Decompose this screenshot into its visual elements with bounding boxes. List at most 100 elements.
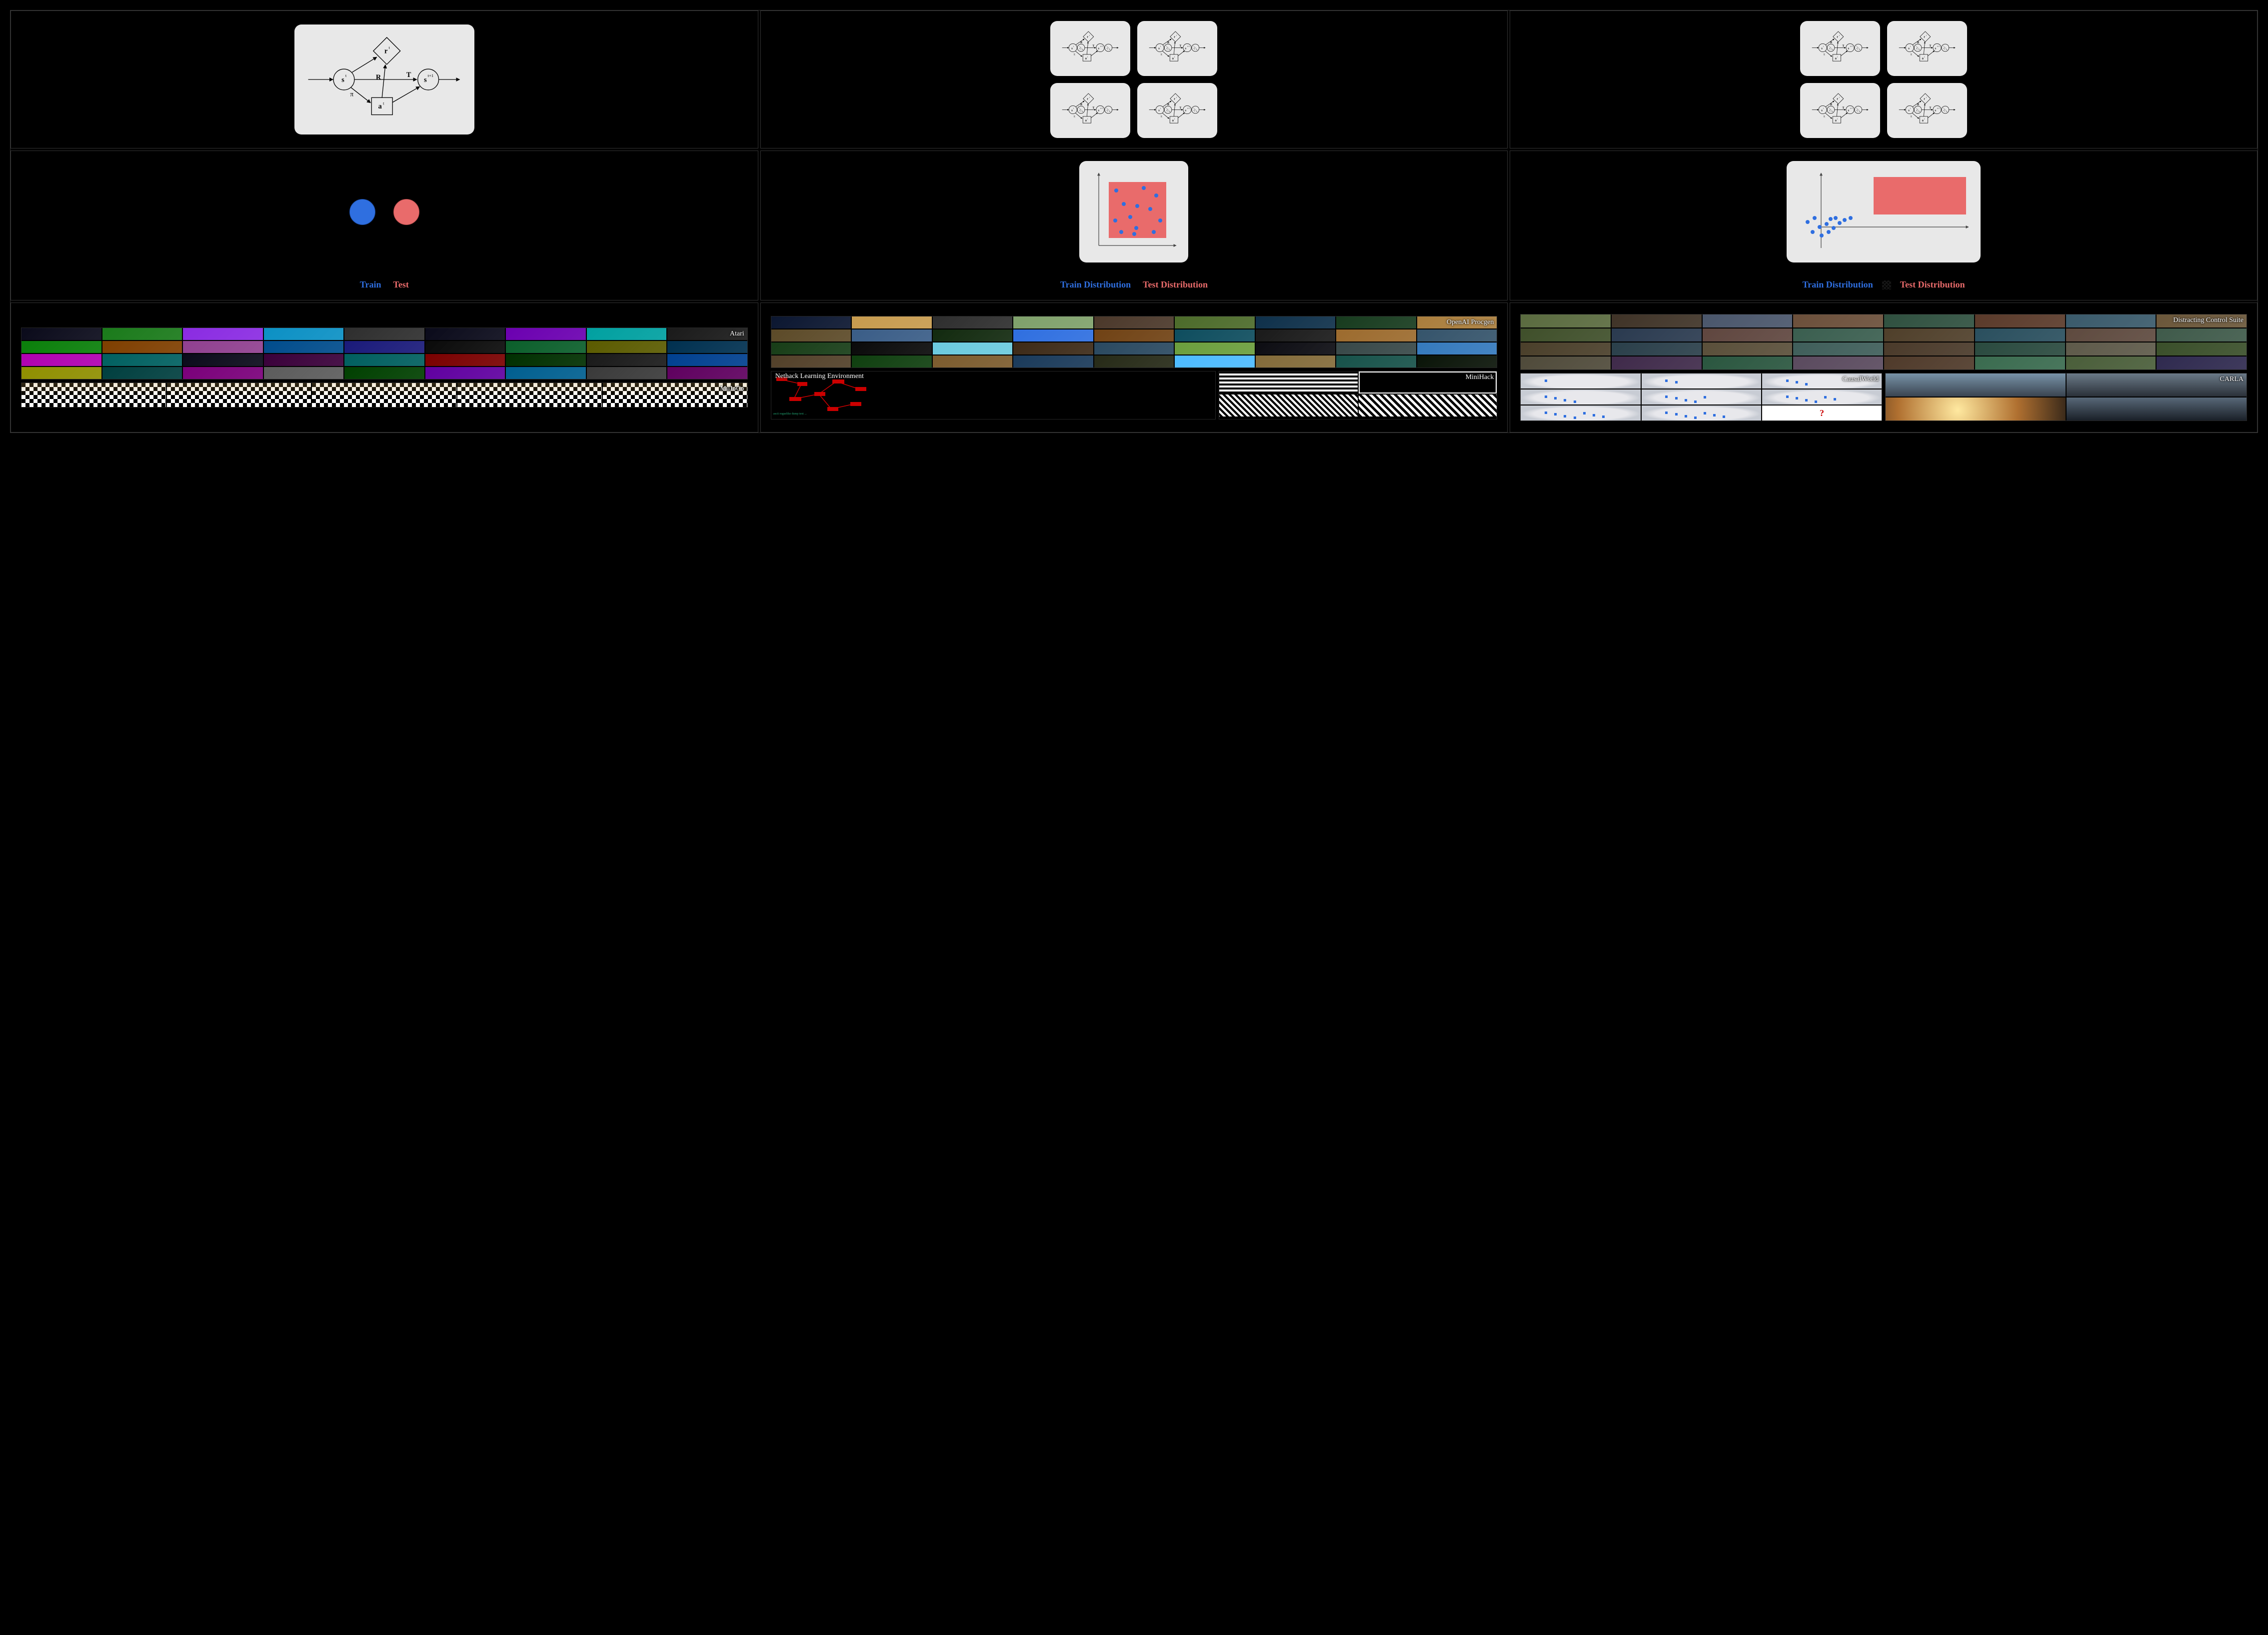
env-tile [933,342,1013,354]
env-tile [587,367,667,379]
label-train-dist2: Train Distribution [1803,280,1873,290]
svg-text:t: t [1160,46,1161,48]
svg-text:r: r [1174,98,1176,101]
nethack-graph: ascii roguelike dump text ... [771,372,1215,416]
svg-text:π: π [1161,53,1162,56]
env-tile [1013,316,1093,328]
svg-text:t: t [1073,46,1074,48]
env-tile [21,354,101,366]
svg-text:R: R [1168,42,1170,44]
env-tile [1256,342,1336,354]
env-tile [1094,316,1174,328]
env-tile [1521,314,1611,328]
env-tile [1175,330,1255,342]
cell-r3c2: OpenAI Procgen [760,302,1508,432]
env-tile [2066,356,2156,370]
svg-text:s: s [341,76,344,84]
svg-text:r: r [384,48,388,56]
cell-r3c1: Atari MuJoCo [10,302,758,432]
env-tile [1703,328,1793,342]
env-tile [425,328,505,340]
env-tile [21,328,101,340]
env-tile [102,328,182,340]
env-tile [1612,342,1702,356]
svg-text:R: R [1917,42,1920,44]
env-tile [506,328,586,340]
env-tile [933,330,1013,342]
env-tile [2066,328,2156,342]
svg-text:c: c [1830,47,1831,50]
svg-text:s: s [1098,46,1100,50]
svg-text:t: t [1837,118,1838,120]
env-tile [425,341,505,353]
env-tile [167,383,311,407]
svg-text:c: c [1917,109,1918,112]
env-tile [1521,342,1611,356]
cell-r1c2: st cs π at rt R T st+1 cr st cs π at rt … [760,10,1508,148]
svg-text:π: π [1161,115,1162,118]
svg-text:t: t [345,73,347,78]
env-tile [771,330,851,342]
env-tile [1256,330,1336,342]
svg-text:a: a [1172,118,1174,122]
cluster-mujoco: MuJoCo [21,382,748,408]
cell-r3c3: Distracting Control Suite ? CausalWorld … [1510,302,2258,432]
env-tile [506,341,586,353]
train-circle-icon [349,199,375,225]
env-tile [506,367,586,379]
cmdp-card: st cs π at rt R T st+1 cr [1887,83,1967,138]
svg-text:t: t [1176,34,1177,36]
env-tile [1521,390,1640,404]
cell-r2c2: Train Distribution Test Distribution [760,150,1508,300]
env-tile [587,328,667,340]
env-tile [1762,390,1882,404]
svg-text:c: c [1917,47,1918,50]
env-tile [1884,356,1974,370]
cluster-causalworld: ? CausalWorld [1520,373,1882,421]
env-tile [1793,314,1883,328]
env-tile [771,316,851,328]
cluster-dcs: Distracting Control Suite [1520,314,2247,370]
env-tile [2066,342,2156,356]
ood-plot [1794,168,1974,253]
svg-text:t+1: t+1 [1187,108,1190,110]
svg-text:π: π [1824,53,1825,56]
env-tile [183,354,263,366]
env-tile [933,316,1013,328]
cmdp-card: st cs π at rt R T st+1 cr [1137,83,1217,138]
svg-text:t: t [1910,46,1911,48]
svg-text:T: T [1180,106,1182,110]
env-tile [264,367,344,379]
mdp-diagram: s t π a t r t R [303,34,465,126]
env-tile [933,356,1013,368]
svg-text:a: a [1835,118,1837,122]
svg-text:s: s [1185,46,1187,50]
env-tile [344,341,424,353]
env-tile [344,367,424,379]
env-tile [1013,330,1093,342]
env-tile [667,354,747,366]
env-tile [1336,330,1416,342]
env-tile [1703,356,1793,370]
env-tile [183,341,263,353]
svg-text:c: c [1830,109,1831,112]
env-tile [457,383,602,407]
svg-text:R: R [376,74,381,82]
svg-text:c: c [1194,47,1196,50]
env-tile [1612,328,1702,342]
cmdp-grid-b: st cs π at rt R T st+1 cr st cs π at rt … [1800,21,1967,138]
env-tile [2157,314,2247,328]
env-tile [1336,342,1416,354]
cluster-atari: Atari [21,328,748,380]
not-equal-icon [1882,280,1891,290]
svg-text:t: t [1089,96,1090,98]
env-tile [344,354,424,366]
env-tile [1975,356,2065,370]
svg-text:t+1: t+1 [1937,46,1940,48]
env-tile [1521,328,1611,342]
label-train: Train [360,280,381,290]
env-tile [264,341,344,353]
svg-text:R: R [1081,42,1083,44]
env-tile [1642,406,1761,420]
svg-text:c: c [1857,47,1858,50]
